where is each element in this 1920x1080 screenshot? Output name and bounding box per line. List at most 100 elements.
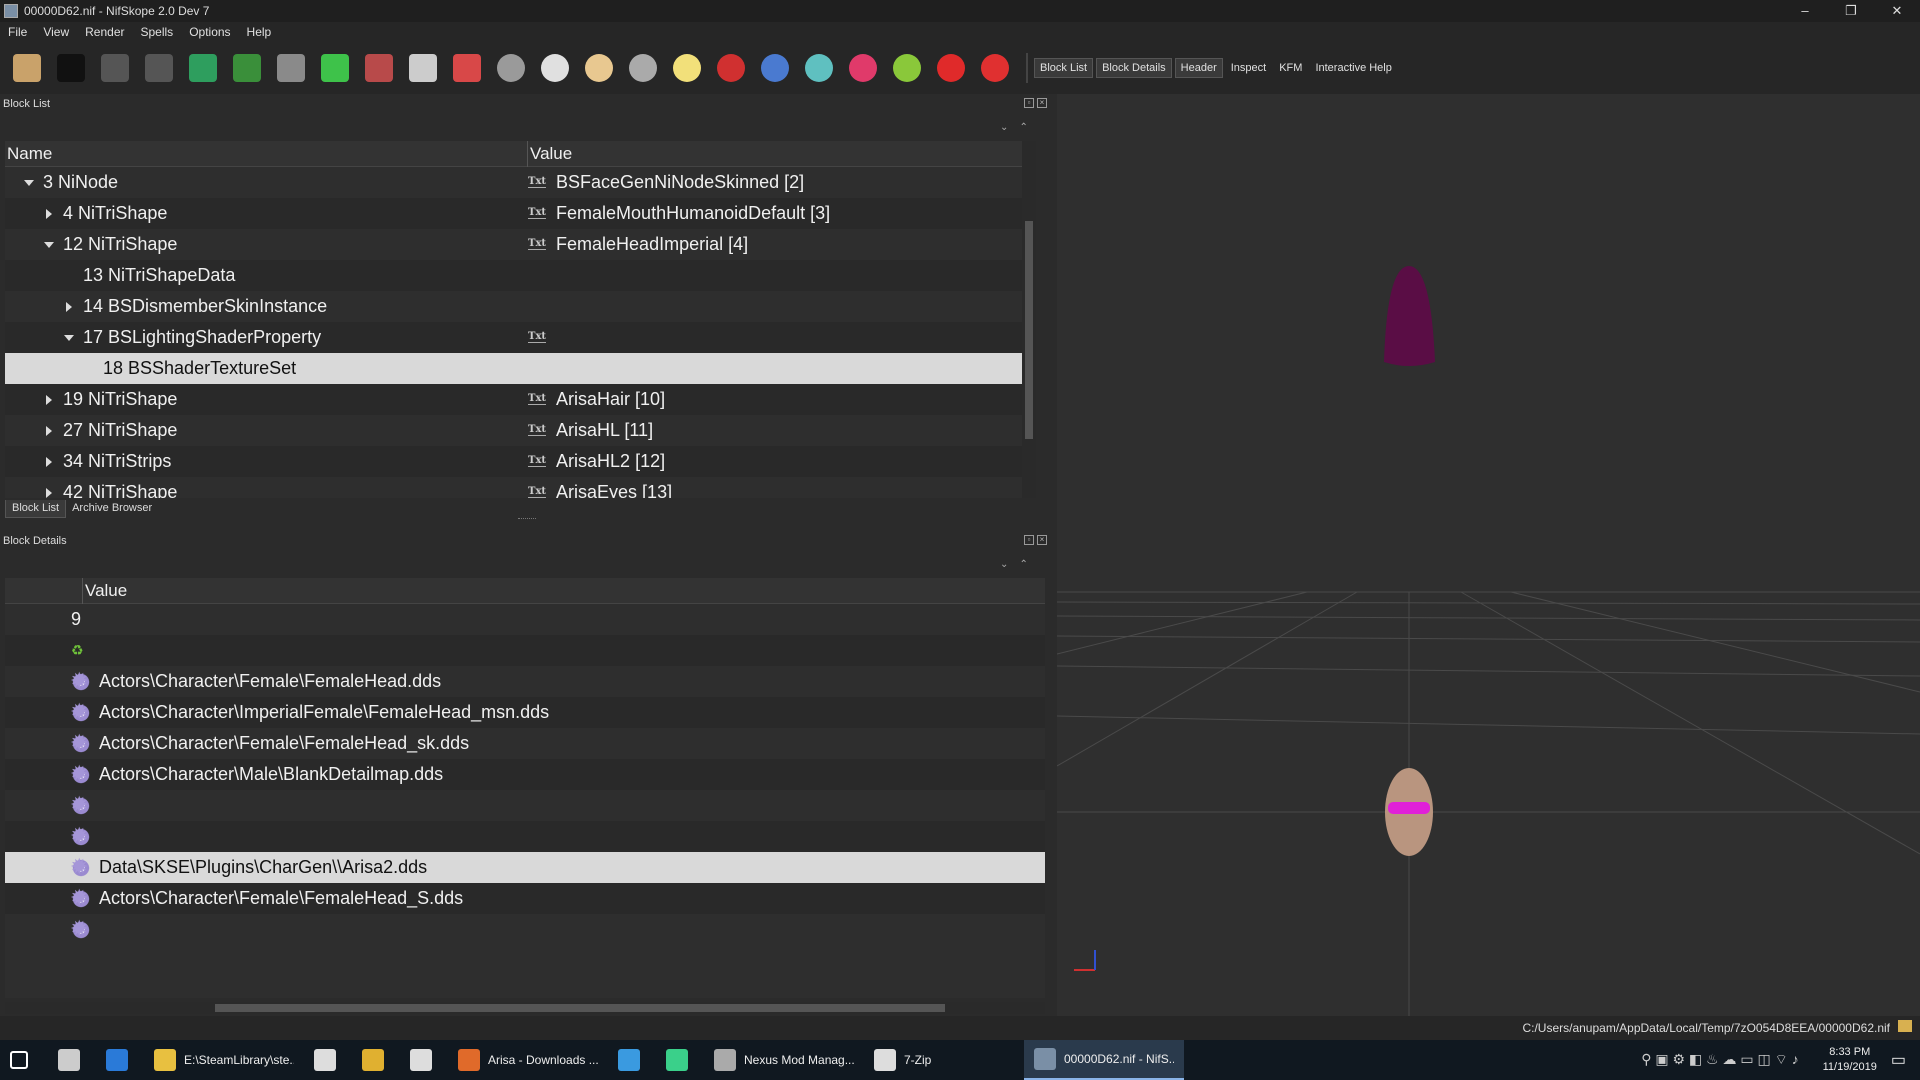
detail-row[interactable]: Data\SKSE\Plugins\CharGen\\Arisa2.dds [5, 852, 1045, 883]
cube-green-button[interactable] [316, 49, 354, 87]
edge-taskbar-button[interactable] [96, 1040, 144, 1080]
folder-icon[interactable] [1898, 1020, 1912, 1032]
detail-row[interactable]: Actors\Character\Male\BlankDetailmap.dds [5, 759, 1045, 790]
menu-help[interactable]: Help [239, 25, 280, 39]
ie-taskbar-button[interactable] [608, 1040, 656, 1080]
store-taskbar-button[interactable] [304, 1040, 352, 1080]
expand-arrow-icon[interactable] [63, 301, 75, 313]
column-name[interactable] [5, 578, 83, 604]
ball-green-button[interactable] [888, 49, 926, 87]
column-value[interactable]: Value [83, 578, 1045, 604]
sync-taskbar-button[interactable] [656, 1040, 704, 1080]
toolbar-interactive-help-button[interactable]: Interactive Help [1310, 59, 1396, 77]
collapse-arrow-icon[interactable] [63, 332, 75, 344]
notification-icon[interactable]: ▭ [1891, 1050, 1906, 1070]
tree-row[interactable]: 4 NiTriShape Txt FemaleMouthHumanoidDefaul… [5, 198, 1036, 229]
expand-arrow-icon[interactable] [43, 487, 55, 499]
tree-row[interactable]: 3 NiNode Txt BSFaceGenNiNodeSkinned [2] [5, 167, 1036, 198]
cube-solid-button[interactable] [272, 49, 310, 87]
menu-render[interactable]: Render [77, 25, 132, 39]
dock-close-icon[interactable]: × [1037, 535, 1047, 545]
splitter-handle[interactable] [518, 518, 536, 519]
tray-icons[interactable]: ⚲ ▣ ⚙ ◧ ♨ ☁ ▭ ◫ ⌔ ♪ [1641, 1051, 1798, 1069]
undo-button[interactable] [96, 49, 134, 87]
start-taskbar-button[interactable] [0, 1040, 48, 1080]
tree-row[interactable]: 19 NiTriShape Txt ArisaHair [10] [5, 384, 1036, 415]
tree-row[interactable]: 13 NiTriShapeData [5, 260, 1036, 291]
close-button[interactable]: ✕ [1874, 0, 1920, 22]
expand-arrow-icon[interactable] [43, 394, 55, 406]
collapse-arrow-icon[interactable] [43, 239, 55, 251]
block-details-hscrollbar[interactable] [5, 1002, 1045, 1014]
hscroll-thumb[interactable] [215, 1004, 945, 1012]
redo-button[interactable] [140, 49, 178, 87]
cube-red-button[interactable] [360, 49, 398, 87]
detail-row[interactable]: Actors\Character\ImperialFemale\FemaleHe… [5, 697, 1045, 728]
detail-row[interactable]: Actors\Character\Female\FemaleHead_sk.dd… [5, 728, 1045, 759]
column-name[interactable]: Name [5, 141, 528, 167]
block-list-scrollbar[interactable] [1022, 141, 1036, 498]
render-viewport[interactable] [1057, 94, 1920, 1016]
detail-row[interactable]: ♻ [5, 635, 1045, 666]
menu-file[interactable]: File [0, 25, 35, 39]
clock[interactable]: 8:33 PM 11/19/2019 [1823, 1045, 1877, 1075]
toolbar-block-list-button[interactable]: Block List [1034, 58, 1094, 78]
expand-arrow-icon[interactable] [43, 456, 55, 468]
light-bulb-button[interactable] [668, 49, 706, 87]
tree-row[interactable]: 42 NiTriShape Txt ArisaEyes [13] [5, 477, 1036, 498]
cube-color-button[interactable] [448, 49, 486, 87]
footprints-button[interactable] [492, 49, 530, 87]
toolbar-block-details-button[interactable]: Block Details [1096, 58, 1172, 78]
marker-red-button[interactable] [932, 49, 970, 87]
nodes-button[interactable] [800, 49, 838, 87]
select-vertex-button[interactable] [228, 49, 266, 87]
expand-arrow-icon[interactable] [43, 208, 55, 220]
nexus-taskbar-button[interactable]: Nexus Mod Manag... [704, 1040, 864, 1080]
tree-row[interactable]: 27 NiTriShape Txt ArisaHL [11] [5, 415, 1036, 446]
dock-float-icon[interactable]: ▫ [1024, 535, 1034, 545]
mail-taskbar-button[interactable] [400, 1040, 448, 1080]
minimize-button[interactable]: – [1782, 0, 1828, 22]
dock-float-icon[interactable]: ▫ [1024, 98, 1034, 108]
detail-row[interactable] [5, 821, 1045, 852]
restore-button[interactable]: ❐ [1828, 0, 1874, 22]
tree-row[interactable]: 34 NiTriStrips Txt ArisaHL2 [12] [5, 446, 1036, 477]
menu-spells[interactable]: Spells [133, 25, 182, 39]
tree-row[interactable]: 12 NiTriShape Txt FemaleHeadImperial [4] [5, 229, 1036, 260]
menu-view[interactable]: View [35, 25, 77, 39]
pin-line-button[interactable] [712, 49, 750, 87]
collapse-icons[interactable]: ⌄ ⌃ [1000, 122, 1028, 133]
nifskope-taskbar-button[interactable]: 00000D62.nif - NifS... [1024, 1040, 1184, 1080]
eye-button[interactable] [536, 49, 574, 87]
screenshot-button[interactable] [624, 49, 662, 87]
collapse-arrow-icon[interactable] [23, 177, 35, 189]
expand-arrow-icon[interactable] [43, 425, 55, 437]
detail-row[interactable]: Actors\Character\Female\FemaleHead_S.dds [5, 883, 1045, 914]
chrome-taskbar-button[interactable] [352, 1040, 400, 1080]
save-button[interactable] [52, 49, 90, 87]
block-list-scroll-thumb[interactable] [1025, 221, 1033, 439]
load-button[interactable] [8, 49, 46, 87]
collapse-icons[interactable]: ⌄ ⌃ [1000, 559, 1028, 570]
tree-row[interactable]: 14 BSDismemberSkinInstance [5, 291, 1036, 322]
menu-options[interactable]: Options [181, 25, 238, 39]
detail-row[interactable]: 9 [5, 604, 1045, 635]
detail-row[interactable] [5, 790, 1045, 821]
task-view-taskbar-button[interactable] [48, 1040, 96, 1080]
tab-archive-browser[interactable]: Archive Browser [66, 500, 158, 518]
toolbar-kfm-button[interactable]: KFM [1274, 59, 1307, 77]
detail-row[interactable]: Actors\Character\Female\FemaleHead.dds [5, 666, 1045, 697]
toolbar-header-button[interactable]: Header [1174, 58, 1223, 78]
eye-hide-button[interactable] [580, 49, 618, 87]
axes-button[interactable] [756, 49, 794, 87]
column-value[interactable]: Value [528, 141, 1036, 167]
detail-row[interactable] [5, 914, 1045, 945]
explorer-taskbar-button[interactable]: E:\SteamLibrary\ste... [144, 1040, 304, 1080]
toolbar-inspect-button[interactable]: Inspect [1226, 59, 1271, 77]
dock-close-icon[interactable]: × [1037, 98, 1047, 108]
cube-half-button[interactable] [404, 49, 442, 87]
select-object-button[interactable] [184, 49, 222, 87]
firefox-taskbar-button[interactable]: Arisa - Downloads ... [448, 1040, 608, 1080]
tree-row[interactable]: 17 BSLightingShaderProperty Txt [5, 322, 1036, 353]
constraints-button[interactable] [844, 49, 882, 87]
